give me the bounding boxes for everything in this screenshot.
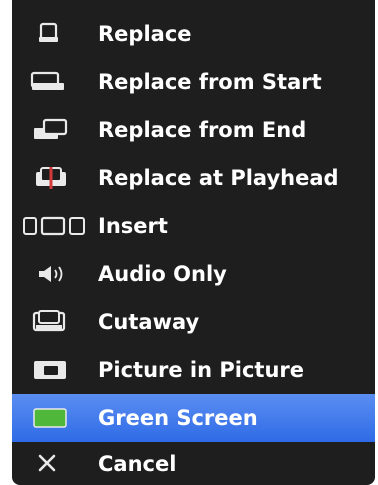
menu-item-picture-in-picture[interactable]: Picture in Picture [12, 346, 375, 394]
menu-item-label: Cancel [98, 452, 177, 476]
insert-icon [22, 214, 88, 238]
menu-item-label: Replace from Start [98, 70, 322, 94]
menu-item-insert[interactable]: Insert [12, 202, 375, 250]
green-screen-icon [32, 406, 72, 430]
replace-from-end-icon [32, 118, 72, 142]
menu-item-cancel[interactable]: Cancel [12, 442, 375, 485]
menu-item-label: Green Screen [98, 406, 258, 430]
close-icon [36, 452, 76, 476]
menu-item-replace-from-end[interactable]: Replace from End [12, 106, 375, 154]
menu-item-label: Insert [98, 214, 168, 238]
menu-item-label: Replace [98, 22, 192, 46]
menu-item-label: Cutaway [98, 310, 200, 334]
menu-item-replace[interactable]: Replace [12, 10, 375, 58]
menu-item-audio-only[interactable]: Audio Only [12, 250, 375, 298]
menu-item-replace-at-playhead[interactable]: Replace at Playhead [12, 154, 375, 202]
menu-item-cutaway[interactable]: Cutaway [12, 298, 375, 346]
menu-item-label: Replace at Playhead [98, 166, 339, 190]
replace-at-playhead-icon [34, 166, 74, 190]
cutaway-icon [32, 310, 72, 334]
replace-from-start-icon [30, 70, 70, 94]
menu-item-label: Replace from End [98, 118, 307, 142]
menu-item-label: Audio Only [98, 262, 227, 286]
menu-item-label: Picture in Picture [98, 358, 305, 382]
speaker-icon [36, 262, 76, 286]
menu-item-replace-from-start[interactable]: Replace from Start [12, 58, 375, 106]
edit-overlay-menu: Replace Replace from Start Replace from … [12, 0, 375, 485]
menu-item-green-screen[interactable]: Green Screen [12, 394, 375, 442]
replace-icon [34, 22, 74, 46]
picture-in-picture-icon [32, 358, 72, 382]
